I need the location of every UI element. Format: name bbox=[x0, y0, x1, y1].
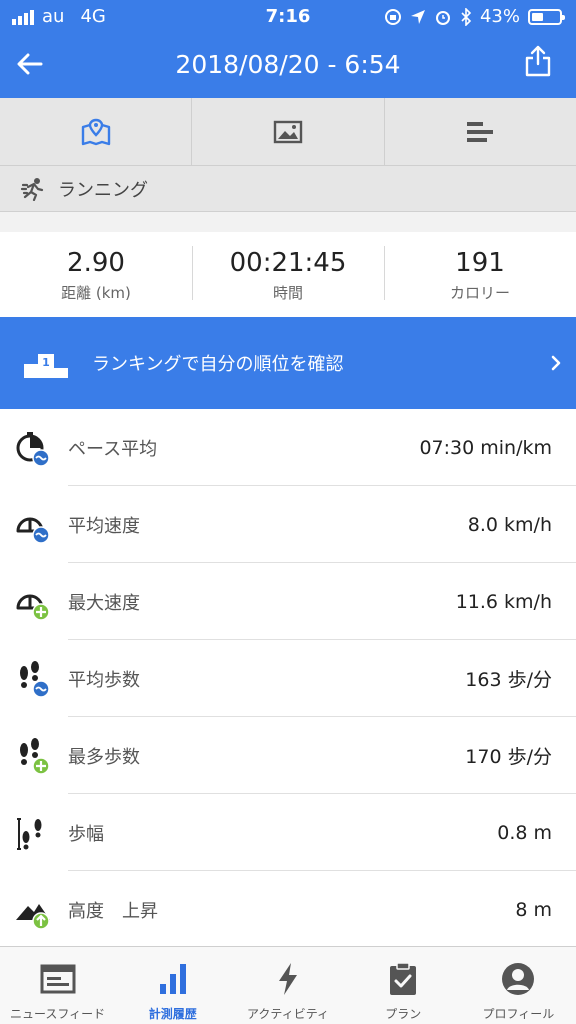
metric-value: 163 歩/分 bbox=[465, 669, 552, 691]
app-header: au 4G 7:16 43% 2018/08/20 - 6:54 bbox=[0, 0, 576, 98]
elevation-up-icon bbox=[16, 903, 50, 930]
calories-label: カロリー bbox=[449, 284, 510, 302]
nav-item-newsfeed[interactable]: ニュースフィード bbox=[0, 947, 115, 1024]
tab-map[interactable] bbox=[0, 98, 193, 165]
stride-icon bbox=[17, 817, 42, 850]
tab-photos[interactable] bbox=[192, 98, 385, 165]
distance-label: 距離 (km) bbox=[61, 284, 131, 302]
speedometer-max-icon bbox=[16, 594, 50, 621]
history-icon bbox=[159, 964, 186, 994]
lightning-icon bbox=[279, 963, 297, 995]
banner-text: ランキングで自分の順位を確認 bbox=[92, 354, 344, 375]
metric-value: 170 歩/分 bbox=[465, 746, 552, 768]
metric-speed-avg: 平均速度 8.0 km/h bbox=[0, 486, 576, 563]
share-icon bbox=[525, 45, 551, 77]
footsteps-max-icon bbox=[20, 737, 50, 775]
metric-cadence-avg: 平均歩数 163 歩/分 bbox=[0, 640, 576, 717]
runner-icon bbox=[20, 177, 44, 201]
status-right: 43% bbox=[384, 6, 565, 27]
map-icon bbox=[81, 118, 110, 145]
metric-value: 07:30 min/km bbox=[419, 436, 552, 459]
chevron-right-icon bbox=[551, 355, 561, 371]
page-title: 2018/08/20 - 6:54 bbox=[175, 50, 401, 79]
clipboard-icon bbox=[390, 962, 417, 995]
podium-icon: 1 bbox=[24, 354, 68, 378]
bluetooth-icon bbox=[461, 7, 472, 26]
duration-label: 時間 bbox=[272, 284, 303, 302]
speedometer-avg-icon bbox=[16, 517, 50, 544]
stopwatch-avg-icon bbox=[16, 431, 50, 467]
metric-value: 11.6 km/h bbox=[455, 590, 552, 613]
bottom-nav: ニュースフィード 計測履歴 アクティビティ プラン プロフィール bbox=[0, 946, 576, 1024]
summary-stats: 2.90 距離 (km) 00:21:45 時間 191 カロリー bbox=[0, 232, 576, 317]
stat-duration: 00:21:45 時間 bbox=[192, 232, 384, 317]
activity-label: ランニング bbox=[58, 179, 148, 201]
nav-row: 2018/08/20 - 6:54 bbox=[0, 38, 576, 92]
nav-label: プロフィール bbox=[482, 1007, 555, 1021]
calories-value: 191 bbox=[455, 248, 505, 278]
metric-label: 平均歩数 bbox=[68, 669, 140, 691]
status-bar: au 4G 7:16 43% bbox=[0, 0, 576, 34]
newsfeed-icon bbox=[40, 964, 76, 994]
nav-label: プラン bbox=[385, 1007, 422, 1021]
nav-item-history[interactable]: 計測履歴 bbox=[115, 947, 230, 1024]
podium-number: 1 bbox=[42, 356, 50, 369]
metric-label: 最大速度 bbox=[68, 592, 140, 614]
profile-icon bbox=[502, 963, 535, 995]
metric-pace-avg: ペース平均 07:30 min/km bbox=[0, 409, 576, 486]
metric-value: 8.0 km/h bbox=[467, 513, 552, 536]
battery-percent: 43% bbox=[479, 6, 520, 27]
stat-distance: 2.90 距離 (km) bbox=[0, 232, 192, 317]
nav-label: 計測履歴 bbox=[148, 1007, 197, 1021]
detail-tabs bbox=[0, 98, 576, 166]
metric-elevation-gain: 高度 上昇 8 m bbox=[0, 871, 576, 946]
nav-label: アクティビティ bbox=[247, 1007, 329, 1021]
activity-type: ランニング bbox=[0, 166, 576, 212]
metric-label: 最多歩数 bbox=[68, 746, 140, 768]
nav-item-profile[interactable]: プロフィール bbox=[461, 947, 576, 1024]
nav-label: ニュースフィード bbox=[10, 1007, 106, 1021]
ranking-banner[interactable]: 1 ランキングで自分の順位を確認 bbox=[0, 317, 576, 409]
metric-label: 高度 上昇 bbox=[68, 900, 158, 922]
metrics-list: ペース平均 07:30 min/km 平均速度 8.0 km/h 最大速度 11… bbox=[0, 409, 576, 946]
bar-chart-icon bbox=[467, 121, 494, 142]
battery-fill bbox=[532, 12, 543, 21]
photo-icon bbox=[273, 120, 303, 143]
metric-label: 平均速度 bbox=[68, 515, 140, 537]
nav-item-activity[interactable]: アクティビティ bbox=[230, 947, 345, 1024]
share-button[interactable] bbox=[524, 44, 556, 82]
metric-label: ペース平均 bbox=[68, 438, 158, 460]
tab-stats[interactable] bbox=[385, 98, 576, 165]
metric-value: 8 m bbox=[515, 898, 552, 921]
nav-item-plan[interactable]: プラン bbox=[346, 947, 461, 1024]
stat-calories: 191 カロリー bbox=[384, 232, 576, 317]
location-icon bbox=[410, 9, 425, 24]
metric-cadence-max: 最多歩数 170 歩/分 bbox=[0, 717, 576, 794]
metric-value: 0.8 m bbox=[497, 821, 552, 844]
duration-value: 00:21:45 bbox=[229, 248, 347, 278]
metric-speed-max: 最大速度 11.6 km/h bbox=[0, 563, 576, 640]
footsteps-avg-icon bbox=[20, 660, 50, 698]
battery-icon bbox=[528, 8, 565, 25]
metric-label: 歩幅 bbox=[68, 823, 104, 845]
alarm-icon bbox=[435, 10, 450, 25]
distance-value: 2.90 bbox=[67, 248, 125, 278]
rotation-lock-icon bbox=[384, 8, 401, 25]
metric-stride: 歩幅 0.8 m bbox=[0, 794, 576, 871]
